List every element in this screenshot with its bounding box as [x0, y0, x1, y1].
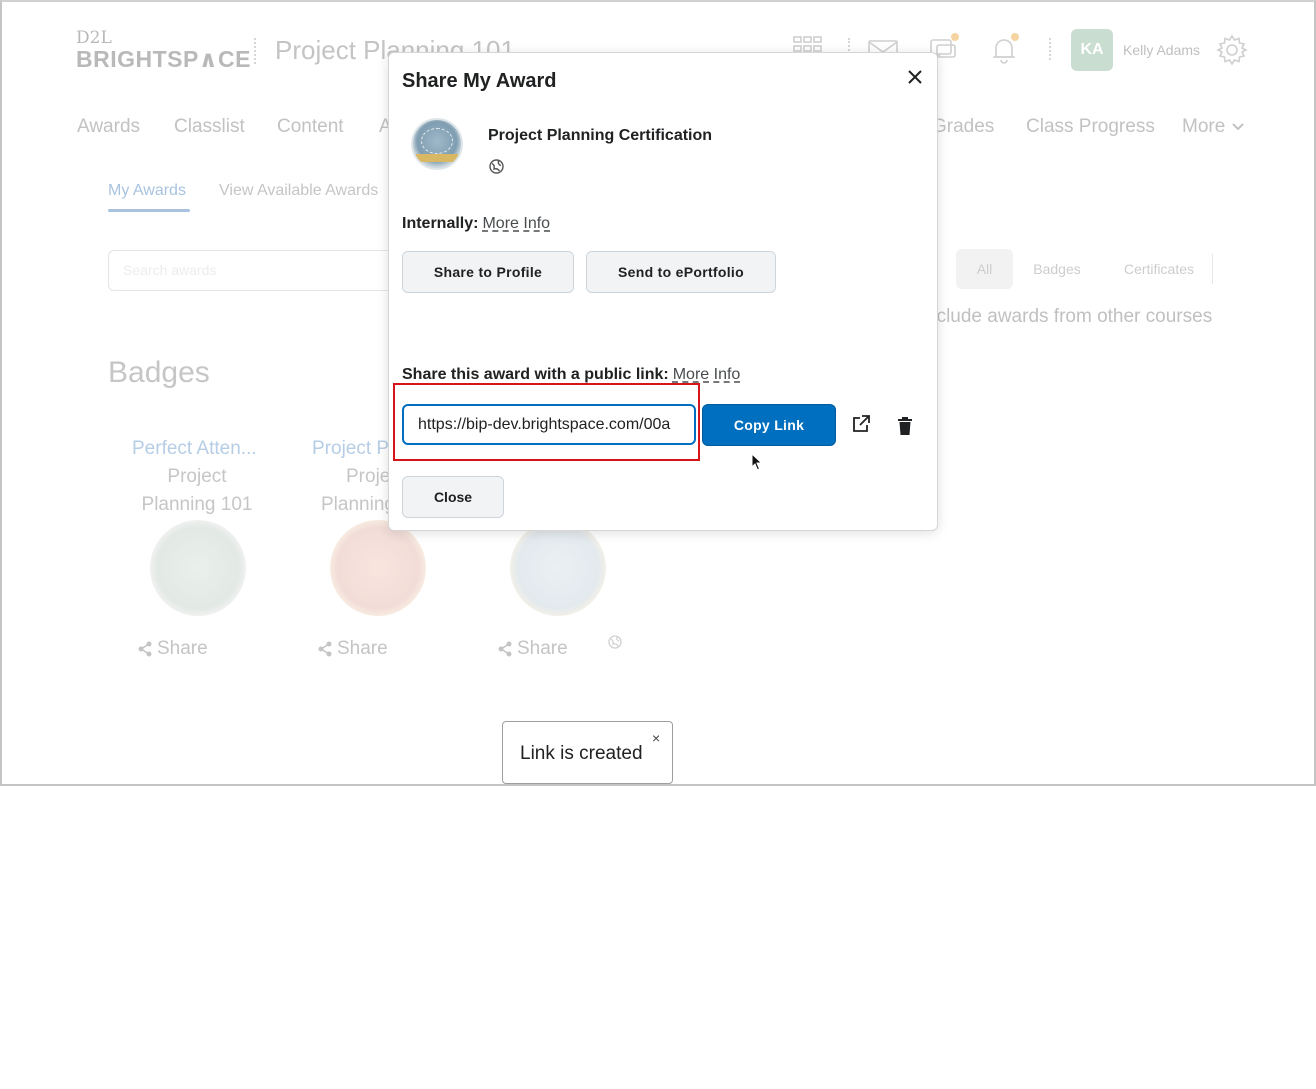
- highlight-box: [393, 383, 700, 461]
- badge-course-line: Proje: [346, 466, 391, 487]
- award-title: Project Planning Certification: [488, 127, 713, 144]
- share-link[interactable]: Share: [497, 638, 568, 660]
- nav-content[interactable]: Content: [277, 116, 344, 138]
- filter-certificates[interactable]: Certificates: [1112, 249, 1206, 289]
- nav-awards[interactable]: Awards: [77, 116, 140, 138]
- open-external-icon[interactable]: [849, 412, 873, 436]
- avatar[interactable]: KA: [1071, 29, 1113, 71]
- badge-course-line: Project: [167, 466, 227, 487]
- toast-close-icon[interactable]: ×: [652, 731, 660, 745]
- nav-class-progress[interactable]: Class Progress: [1026, 116, 1155, 138]
- share-link[interactable]: Share: [317, 638, 388, 660]
- include-other-courses-label[interactable]: nclude awards from other courses: [926, 306, 1212, 328]
- nav-more-label: More: [1182, 116, 1226, 137]
- filter-divider: [1212, 254, 1213, 284]
- nav-grades[interactable]: Grades: [932, 116, 994, 138]
- toast-notification: Link is created ×: [502, 721, 673, 784]
- dialog-title: Share My Award: [402, 70, 557, 92]
- header-divider: [254, 38, 256, 64]
- nav-more[interactable]: More: [1182, 116, 1245, 138]
- mouse-cursor-icon: [751, 452, 763, 471]
- badge-name-link[interactable]: Perfect Atten...: [132, 438, 257, 460]
- user-name[interactable]: Kelly Adams: [1123, 42, 1200, 58]
- browser-viewport: D2L BRIGHTSP∧CE Project Planning 101 KA: [0, 0, 1316, 786]
- section-title-badges: Badges: [108, 356, 210, 389]
- globe-icon: [608, 635, 622, 649]
- globe-icon: [489, 159, 504, 174]
- share-icon: [318, 641, 332, 657]
- badge-course: Proje Planning: [312, 463, 395, 519]
- share-link[interactable]: Share: [137, 638, 208, 660]
- badge-image[interactable]: [330, 520, 426, 616]
- share-label: Share: [517, 638, 568, 659]
- public-link-row: Share this award with a public link: More…: [402, 366, 740, 384]
- filter-badges[interactable]: Badges: [1026, 249, 1088, 289]
- logo-brightspace[interactable]: BRIGHTSP∧CE: [76, 46, 251, 73]
- more-info-link[interactable]: More Info: [673, 366, 741, 383]
- share-label: Share: [157, 638, 208, 659]
- chevron-down-icon: [1231, 116, 1245, 138]
- nav-classlist[interactable]: Classlist: [174, 116, 245, 138]
- tab-active-indicator: [108, 209, 190, 212]
- share-icon: [138, 641, 152, 657]
- more-info-link[interactable]: More Info: [482, 215, 550, 232]
- bell-icon[interactable]: [987, 32, 1021, 66]
- search-placeholder: Search awards: [123, 262, 217, 278]
- header-divider: [1049, 38, 1051, 60]
- close-button[interactable]: Close: [402, 476, 504, 518]
- share-icon: [498, 641, 512, 657]
- award-image: [411, 118, 463, 170]
- badge-course-line: Planning 101: [141, 494, 253, 515]
- badge-course: Project Planning 101: [132, 463, 262, 519]
- public-link-label: Share this award with a public link:: [402, 366, 669, 383]
- badge-name-link[interactable]: Project P: [312, 438, 389, 460]
- internally-label: Internally:: [402, 215, 479, 232]
- badge-image[interactable]: [150, 520, 246, 616]
- share-to-profile-button[interactable]: Share to Profile: [402, 251, 574, 293]
- badge-course-line: Planning: [321, 494, 395, 515]
- delete-icon[interactable]: [893, 414, 917, 438]
- toast-message: Link is created: [520, 743, 643, 764]
- logo-d2l: D2L: [76, 28, 112, 48]
- filter-all[interactable]: All: [956, 249, 1013, 289]
- badge-image[interactable]: [510, 520, 606, 616]
- copy-link-button[interactable]: Copy Link: [702, 404, 836, 446]
- tab-my-awards[interactable]: My Awards: [108, 182, 186, 200]
- close-icon[interactable]: [903, 65, 927, 89]
- share-label: Share: [337, 638, 388, 659]
- send-to-eportfolio-button[interactable]: Send to ePortfolio: [586, 251, 776, 293]
- gear-icon[interactable]: [1215, 33, 1249, 67]
- tab-view-available-awards[interactable]: View Available Awards: [219, 182, 378, 200]
- internally-row: Internally: More Info: [402, 215, 550, 233]
